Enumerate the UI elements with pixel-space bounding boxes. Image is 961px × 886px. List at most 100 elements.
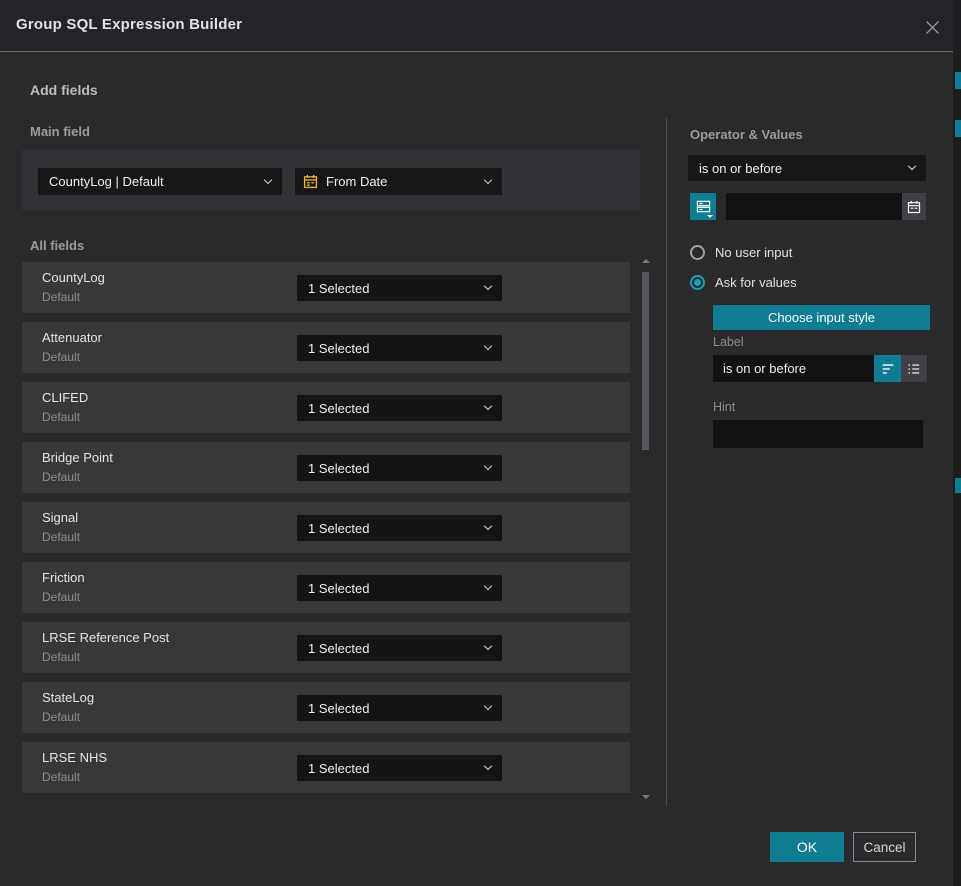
all-fields-heading: All fields: [30, 238, 84, 253]
field-values-select[interactable]: 1 Selected: [297, 575, 502, 601]
field-row: Friction Default 1 Selected: [22, 562, 630, 613]
panel-divider: [666, 118, 667, 806]
dialog-titlebar: Group SQL Expression Builder: [0, 0, 953, 52]
list-input-icon: [907, 362, 921, 376]
field-values-select[interactable]: 1 Selected: [297, 455, 502, 481]
cancel-button[interactable]: Cancel: [853, 832, 916, 862]
field-values-select[interactable]: 1 Selected: [297, 395, 502, 421]
field-subtype: Default: [42, 290, 80, 304]
field-name: Signal: [42, 510, 78, 525]
field-row: CLIFED Default 1 Selected: [22, 382, 630, 433]
chevron-down-icon: [484, 582, 492, 590]
choose-input-style-button[interactable]: Choose input style: [713, 305, 930, 330]
radio-row-ask-for-values[interactable]: Ask for values: [690, 275, 797, 290]
field-subtype: Default: [42, 530, 80, 544]
field-row: Signal Default 1 Selected: [22, 502, 630, 553]
chevron-down-icon: [484, 342, 492, 350]
chevron-down-icon: [484, 702, 492, 710]
radio-ask-for-values[interactable]: [690, 275, 705, 290]
main-date-field-value: From Date: [326, 174, 387, 189]
operator-select-value: is on or before: [699, 161, 782, 176]
calendar-icon: [907, 200, 921, 214]
dialog: Group SQL Expression Builder Add fields …: [0, 0, 953, 886]
chevron-down-icon: [264, 175, 272, 183]
field-values-select[interactable]: 1 Selected: [297, 695, 502, 721]
field-subtype: Default: [42, 410, 80, 424]
field-values-select-value: 1 Selected: [308, 461, 369, 476]
field-values-select[interactable]: 1 Selected: [297, 515, 502, 541]
add-fields-heading: Add fields: [30, 82, 98, 98]
scroll-down-arrow-icon[interactable]: [642, 795, 650, 799]
list-input-style-button[interactable]: [901, 355, 927, 382]
chevron-down-icon: [484, 642, 492, 650]
background-app-strip: [953, 0, 961, 886]
field-values-select-value: 1 Selected: [308, 641, 369, 656]
label-field-label: Label: [713, 335, 744, 349]
scrollbar-thumb[interactable]: [642, 272, 649, 450]
field-values-select[interactable]: 1 Selected: [297, 635, 502, 661]
operator-select[interactable]: is on or before: [688, 155, 926, 181]
main-date-field-select[interactable]: From Date: [295, 168, 502, 195]
hint-input[interactable]: [713, 420, 923, 448]
chevron-down-icon: [484, 175, 492, 183]
field-values-select-value: 1 Selected: [308, 401, 369, 416]
dialog-title: Group SQL Expression Builder: [16, 16, 242, 33]
field-values-select-value: 1 Selected: [308, 701, 369, 716]
caret-down-icon: [707, 215, 713, 218]
chevron-down-icon: [484, 282, 492, 290]
label-input[interactable]: [713, 355, 874, 382]
field-values-select[interactable]: 1 Selected: [297, 335, 502, 361]
value-input-type-button[interactable]: [690, 193, 716, 220]
close-button[interactable]: [922, 17, 942, 37]
field-values-select-value: 1 Selected: [308, 281, 369, 296]
field-values-select[interactable]: 1 Selected: [297, 275, 502, 301]
calendar-icon: [303, 174, 318, 189]
background-app-fragment: [955, 120, 961, 137]
field-values-select[interactable]: 1 Selected: [297, 755, 502, 781]
field-row: LRSE Reference Post Default 1 Selected: [22, 622, 630, 673]
hint-field-label: Hint: [713, 400, 735, 414]
ok-button[interactable]: OK: [770, 832, 844, 862]
radio-no-user-input[interactable]: [690, 245, 705, 260]
field-name: Bridge Point: [42, 450, 113, 465]
field-subtype: Default: [42, 470, 80, 484]
background-app-fragment: [955, 72, 961, 89]
single-line-input-style-button[interactable]: [874, 355, 901, 382]
main-field-heading: Main field: [30, 124, 90, 139]
field-row: StateLog Default 1 Selected: [22, 682, 630, 733]
field-subtype: Default: [42, 770, 80, 784]
single-line-input-icon: [881, 362, 895, 376]
field-values-select-value: 1 Selected: [308, 341, 369, 356]
chevron-down-icon: [484, 762, 492, 770]
chevron-down-icon: [484, 462, 492, 470]
radio-no-user-input-label: No user input: [715, 245, 792, 260]
chevron-down-icon: [908, 162, 916, 170]
field-values-select-value: 1 Selected: [308, 521, 369, 536]
field-subtype: Default: [42, 650, 80, 664]
field-subtype: Default: [42, 590, 80, 604]
main-layer-select[interactable]: CountyLog | Default: [38, 168, 282, 195]
scroll-up-arrow-icon[interactable]: [642, 259, 650, 263]
main-layer-select-value: CountyLog | Default: [49, 174, 164, 189]
field-row: LRSE NHS Default 1 Selected: [22, 742, 630, 793]
all-fields-list: CountyLog Default 1 Selected Attenuator …: [22, 262, 630, 793]
radio-ask-for-values-label: Ask for values: [715, 275, 797, 290]
field-subtype: Default: [42, 710, 80, 724]
field-values-select-value: 1 Selected: [308, 581, 369, 596]
field-name: LRSE Reference Post: [42, 630, 169, 645]
chevron-down-icon: [484, 522, 492, 530]
field-name: Attenuator: [42, 330, 102, 345]
field-name: StateLog: [42, 690, 94, 705]
field-name: CountyLog: [42, 270, 105, 285]
list-scrollbar[interactable]: [641, 256, 651, 802]
date-picker-button[interactable]: [902, 193, 926, 220]
radio-row-no-user-input[interactable]: No user input: [690, 245, 792, 260]
field-row: Bridge Point Default 1 Selected: [22, 442, 630, 493]
field-row: Attenuator Default 1 Selected: [22, 322, 630, 373]
value-input[interactable]: [726, 193, 902, 220]
chevron-down-icon: [484, 402, 492, 410]
close-icon: [923, 18, 942, 37]
main-field-panel: CountyLog | Default From Date: [22, 150, 640, 210]
stacked-values-icon: [696, 199, 711, 214]
field-name: LRSE NHS: [42, 750, 107, 765]
